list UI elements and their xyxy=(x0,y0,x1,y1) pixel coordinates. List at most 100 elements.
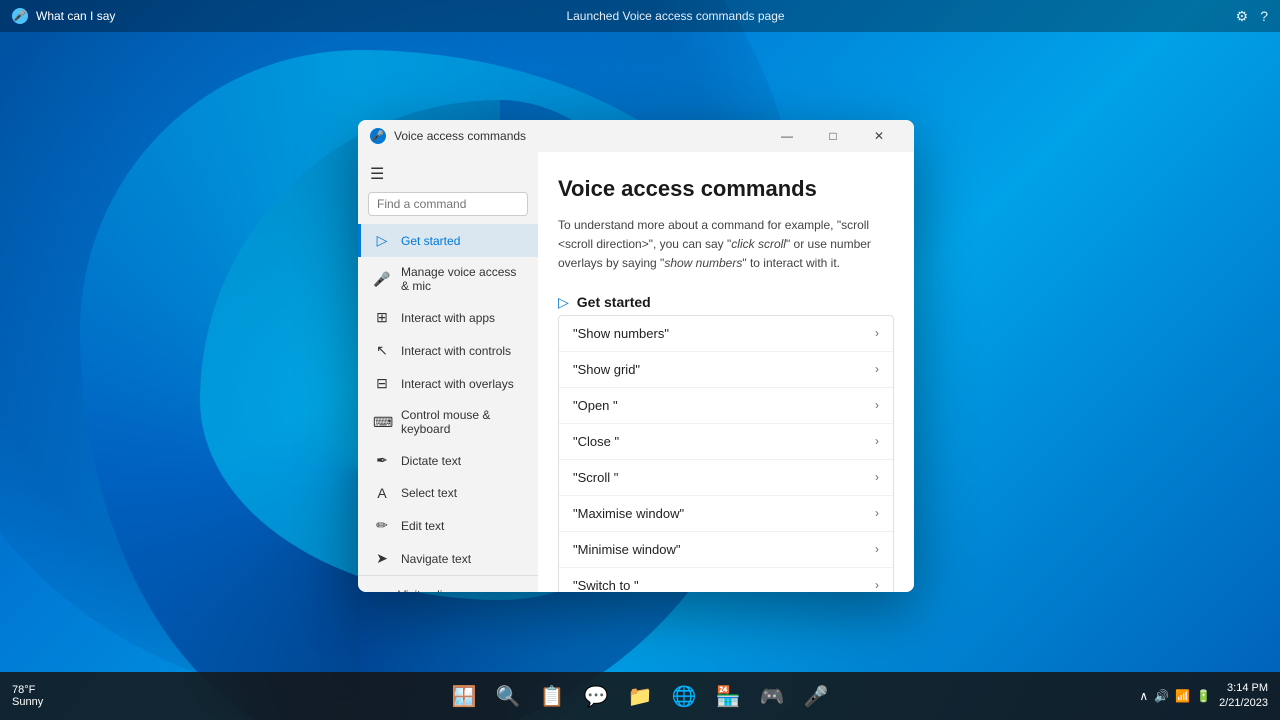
topbar-center-text: Launched Voice access commands page xyxy=(566,9,784,23)
xbox-button[interactable]: 🎮 xyxy=(752,676,792,716)
sidebar-item-control-mouse[interactable]: ⌨ Control mouse & keyboard xyxy=(358,400,538,444)
sound-icon[interactable]: 🔊 xyxy=(1154,689,1169,703)
command-item-2[interactable]: "Open " › xyxy=(559,388,893,424)
system-tray-icons: ∧ 🔊 📶 🔋 xyxy=(1139,689,1211,703)
clock[interactable]: 3:14 PM 2/21/2023 xyxy=(1219,681,1268,712)
nav-items: ▷ Get started 🎤 Manage voice access & mi… xyxy=(358,224,538,575)
window-title-left: 🎤 Voice access commands xyxy=(370,128,526,144)
topbar: 🎤 What can I say Launched Voice access c… xyxy=(0,0,1280,32)
store-button[interactable]: 🏪 xyxy=(708,676,748,716)
sidebar-item-dictate-text[interactable]: ✒ Dictate text xyxy=(358,444,538,477)
topbar-title: What can I say xyxy=(36,9,115,23)
close-button[interactable]: ✕ xyxy=(856,120,902,152)
command-chevron-0: › xyxy=(875,326,879,340)
window-titlebar: 🎤 Voice access commands — □ ✕ xyxy=(358,120,914,152)
main-content: Voice access commands To understand more… xyxy=(538,152,914,592)
nav-label-dictate-text: Dictate text xyxy=(401,454,461,468)
sidebar-item-interact-apps[interactable]: ⊞ Interact with apps xyxy=(358,301,538,334)
command-chevron-2: › xyxy=(875,398,879,412)
window-title-text: Voice access commands xyxy=(394,129,526,143)
sidebar-item-interact-controls[interactable]: ↖ Interact with controls xyxy=(358,334,538,367)
window-body: ☰ 🔍 ▷ Get started 🎤 Manage voice access … xyxy=(358,152,914,592)
chat-button[interactable]: 💬 xyxy=(576,676,616,716)
nav-label-select-text: Select text xyxy=(401,486,457,500)
sidebar-item-interact-overlays[interactable]: ⊟ Interact with overlays xyxy=(358,367,538,400)
nav-label-interact-controls: Interact with controls xyxy=(401,344,511,358)
nav-label-interact-overlays: Interact with overlays xyxy=(401,377,514,391)
command-text-3: "Close " xyxy=(573,434,619,449)
nav-icon-interact-overlays: ⊟ xyxy=(373,375,391,392)
nav-label-interact-apps: Interact with apps xyxy=(401,311,495,325)
search-button[interactable]: 🔍 xyxy=(488,676,528,716)
network-icon[interactable]: 📶 xyxy=(1175,689,1190,703)
date-display: 2/21/2023 xyxy=(1219,696,1268,711)
command-text-4: "Scroll " xyxy=(573,470,618,485)
sidebar-bottom-visit-docs[interactable]: 🌐 Visit online documentation xyxy=(358,580,538,592)
battery-icon[interactable]: 🔋 xyxy=(1196,689,1211,703)
settings-icon[interactable]: ⚙ xyxy=(1236,8,1249,25)
sidebar-bottom-items: 🌐 Visit online documentation ⬇ Download … xyxy=(358,580,538,592)
taskbar-right: ∧ 🔊 📶 🔋 3:14 PM 2/21/2023 xyxy=(1139,681,1268,712)
sidebar-item-select-text[interactable]: A Select text xyxy=(358,477,538,509)
command-chevron-3: › xyxy=(875,434,879,448)
nav-label-edit-text: Edit text xyxy=(401,519,444,533)
command-chevron-6: › xyxy=(875,542,879,556)
command-chevron-7: › xyxy=(875,578,879,592)
explorer-button[interactable]: 📁 xyxy=(620,676,660,716)
window-controls: — □ ✕ xyxy=(764,120,902,152)
command-text-1: "Show grid" xyxy=(573,362,640,377)
sidebar-item-manage-voice[interactable]: 🎤 Manage voice access & mic xyxy=(358,257,538,301)
nav-label-control-mouse: Control mouse & keyboard xyxy=(401,408,526,436)
nav-label-manage-voice: Manage voice access & mic xyxy=(401,265,526,293)
section-title: Get started xyxy=(577,294,651,310)
command-chevron-5: › xyxy=(875,506,879,520)
command-text-7: "Switch to " xyxy=(573,578,639,592)
nav-label-navigate-text: Navigate text xyxy=(401,552,471,566)
help-icon[interactable]: ? xyxy=(1260,8,1268,24)
edge-button[interactable]: 🌐 xyxy=(664,676,704,716)
nav-label-get-started: Get started xyxy=(401,234,460,248)
command-text-2: "Open " xyxy=(573,398,618,413)
topbar-left: 🎤 What can I say xyxy=(12,8,115,24)
page-description: To understand more about a command for e… xyxy=(558,216,894,274)
command-item-5[interactable]: "Maximise window" › xyxy=(559,496,893,532)
command-item-0[interactable]: "Show numbers" › xyxy=(559,316,893,352)
nav-icon-dictate-text: ✒ xyxy=(373,452,391,469)
start-button[interactable]: 🪟 xyxy=(444,676,484,716)
search-box: 🔍 xyxy=(368,192,528,216)
command-items: "Show numbers" › "Show grid" › "Open " ›… xyxy=(559,316,893,592)
sidebar-item-edit-text[interactable]: ✏ Edit text xyxy=(358,509,538,542)
page-title: Voice access commands xyxy=(558,176,894,202)
section-play-icon: ▷ xyxy=(558,294,569,311)
command-item-1[interactable]: "Show grid" › xyxy=(559,352,893,388)
app-window: 🎤 Voice access commands — □ ✕ ☰ 🔍 ▷ Get … xyxy=(358,120,914,592)
command-chevron-1: › xyxy=(875,362,879,376)
time-display: 3:14 PM xyxy=(1219,681,1268,696)
command-text-5: "Maximise window" xyxy=(573,506,684,521)
command-item-6[interactable]: "Minimise window" › xyxy=(559,532,893,568)
command-chevron-4: › xyxy=(875,470,879,484)
window-app-icon: 🎤 xyxy=(370,128,386,144)
nav-icon-navigate-text: ➤ xyxy=(373,550,391,567)
nav-icon-get-started: ▷ xyxy=(373,232,391,249)
maximize-button[interactable]: □ xyxy=(810,120,856,152)
sidebar-item-navigate-text[interactable]: ➤ Navigate text xyxy=(358,542,538,575)
weather-desc: Sunny xyxy=(12,696,43,708)
command-item-3[interactable]: "Close " › xyxy=(559,424,893,460)
minimize-button[interactable]: — xyxy=(764,120,810,152)
voice-access-button[interactable]: 🎤 xyxy=(796,676,836,716)
sidebar-item-get-started[interactable]: ▷ Get started xyxy=(358,224,538,257)
weather-info: 78°F Sunny xyxy=(12,684,43,708)
command-item-7[interactable]: "Switch to " › xyxy=(559,568,893,592)
command-text-0: "Show numbers" xyxy=(573,326,669,341)
taskbar-center: 🪟 🔍 📋 💬 📁 🌐 🏪 🎮 🎤 xyxy=(444,676,836,716)
hamburger-button[interactable]: ☰ xyxy=(358,152,538,192)
command-list: "Show numbers" › "Show grid" › "Open " ›… xyxy=(558,315,894,592)
nav-icon-manage-voice: 🎤 xyxy=(373,271,391,288)
taskview-button[interactable]: 📋 xyxy=(532,676,572,716)
tray-expand-icon[interactable]: ∧ xyxy=(1139,689,1148,703)
nav-icon-control-mouse: ⌨ xyxy=(373,414,391,431)
search-input[interactable] xyxy=(377,197,532,211)
command-item-4[interactable]: "Scroll " › xyxy=(559,460,893,496)
taskbar-left: 78°F Sunny xyxy=(12,684,43,708)
